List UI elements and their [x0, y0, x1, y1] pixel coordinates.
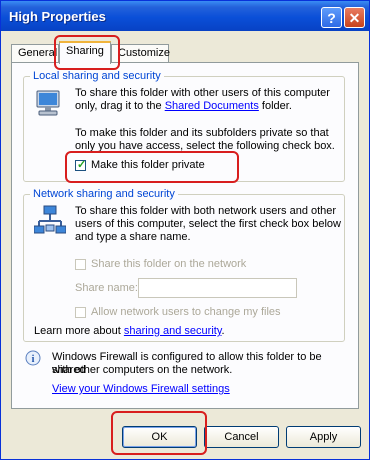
share-folder-label[interactable]: Share this folder on the network — [91, 258, 246, 271]
info-icon: i — [25, 350, 41, 366]
window-title: High Properties — [9, 9, 106, 24]
firewall-settings-link[interactable]: View your Windows Firewall settings — [52, 383, 230, 396]
firewall-text-line2: with other computers on the network. — [52, 364, 233, 376]
check-mark-icon: ✓ — [77, 159, 87, 171]
network-icon — [34, 205, 66, 234]
sharing-panel: Local sharing and security To share this… — [11, 62, 359, 409]
private-text-line2: only you have access, select the followi… — [75, 140, 335, 152]
share-folder-checkbox[interactable] — [75, 259, 86, 270]
local-text-line2: only, drag it to the Shared Documents fo… — [75, 100, 292, 113]
share-name-input[interactable] — [138, 278, 297, 298]
allow-change-label[interactable]: Allow network users to change my files — [91, 306, 281, 319]
make-private-label[interactable]: Make this folder private — [91, 159, 205, 172]
ok-button[interactable]: OK — [122, 426, 197, 448]
make-private-checkbox[interactable]: ✓ — [75, 159, 87, 171]
title-bar[interactable]: High Properties ? ✕ — [1, 1, 369, 31]
share-name-label: Share name: — [75, 282, 138, 294]
network-text-line2: users of this computer, select the first… — [75, 218, 341, 230]
local-text-line2-start: only, drag it to the — [75, 100, 165, 112]
cancel-button[interactable]: Cancel — [204, 426, 279, 448]
learn-more-prefix: Learn more about — [34, 325, 124, 337]
network-sharing-legend: Network sharing and security — [30, 188, 178, 200]
allow-change-checkbox[interactable] — [75, 307, 86, 318]
sharing-security-link[interactable]: sharing and security — [124, 325, 222, 337]
local-text-line2-end: folder. — [258, 100, 292, 112]
network-sharing-group: Network sharing and security To share th… — [23, 188, 345, 342]
network-text-line3: and type a share name. — [75, 231, 191, 243]
shared-documents-link[interactable]: Shared Documents — [165, 100, 259, 112]
tab-general[interactable]: General — [11, 44, 59, 62]
tab-sharing[interactable]: Sharing — [59, 41, 111, 64]
network-text-line1: To share this folder with both network u… — [75, 205, 337, 217]
apply-button[interactable]: Apply — [286, 426, 361, 448]
learn-more-text: Learn more about sharing and security. — [34, 325, 225, 338]
local-text-line1: To share this folder with other users of… — [75, 87, 330, 99]
local-sharing-legend: Local sharing and security — [30, 70, 164, 82]
tab-customize[interactable]: Customize — [111, 44, 170, 62]
svg-text:i: i — [32, 354, 35, 365]
close-button[interactable]: ✕ — [344, 7, 365, 28]
private-text-line1: To make this folder and its subfolders p… — [75, 127, 329, 139]
properties-dialog: High Properties ? ✕ General Sharing Cust… — [0, 0, 370, 460]
help-button[interactable]: ? — [321, 7, 342, 28]
local-sharing-group: Local sharing and security To share this… — [23, 70, 345, 182]
learn-more-suffix: . — [221, 325, 225, 337]
computer-icon — [36, 90, 60, 116]
